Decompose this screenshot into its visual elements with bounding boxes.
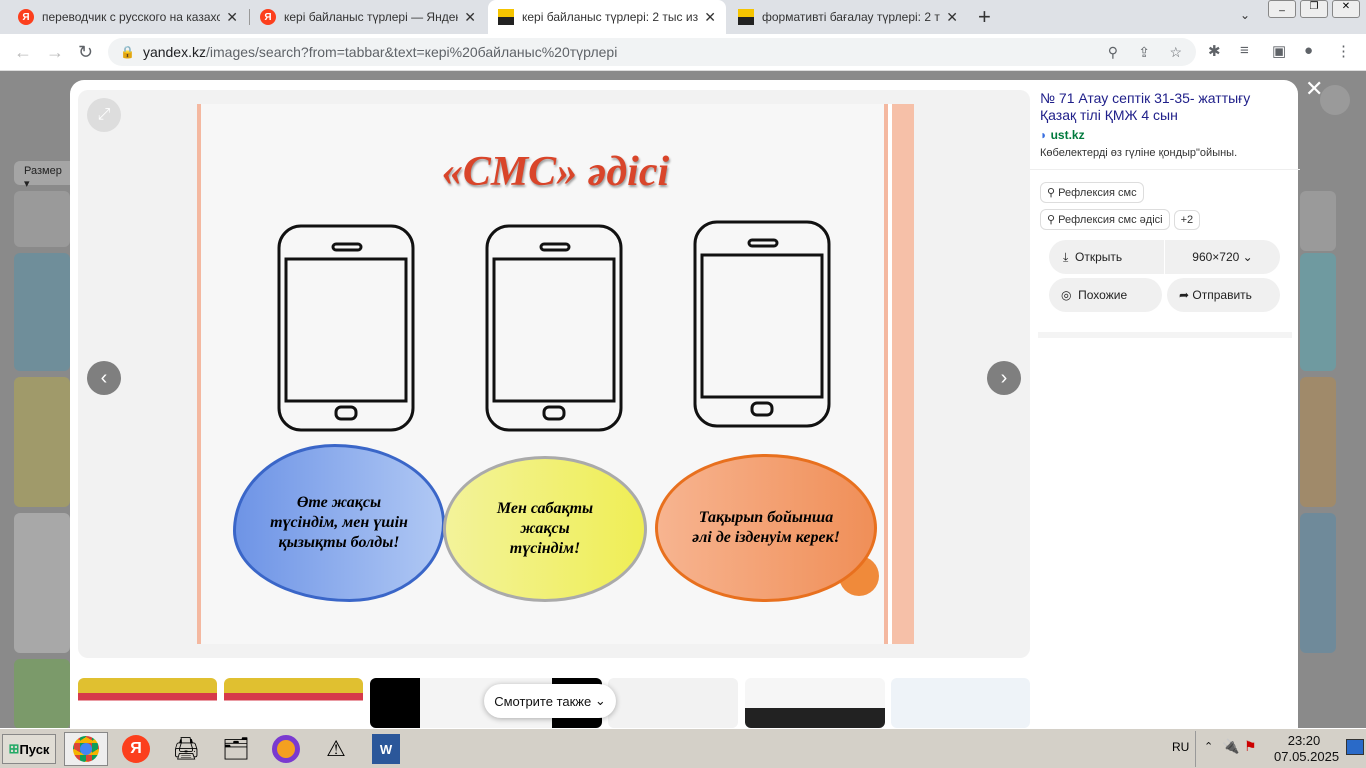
tab-images-active[interactable]: кері байланыс түрлері: 2 тыс изоб ✕ (488, 0, 726, 34)
window-controls: _ ❐ ✕ (1268, 0, 1360, 18)
tab-yandex-search[interactable]: Якері байланыс түрлері — Яндекс: н✕ (250, 0, 486, 34)
bookmark-star-icon[interactable]: ☆ (1169, 44, 1182, 61)
taskbar-printer[interactable]: 🖨 (164, 732, 208, 766)
related-thumb[interactable] (745, 678, 885, 728)
preview-image: «СМС» әдісі Өте жақсы түсіндім, мен үшін… (197, 104, 914, 644)
close-tab-icon[interactable]: ✕ (226, 9, 238, 26)
size-dropdown[interactable]: 960×720 ⌄ (1165, 240, 1280, 274)
close-tab-icon[interactable]: ✕ (704, 9, 716, 26)
chrome-icon (73, 736, 99, 762)
close-tab-icon[interactable]: ✕ (946, 9, 958, 26)
zoom-icon[interactable]: ⚲ (1108, 44, 1118, 61)
image-title-link[interactable]: № 71 Атау септік 31-35- жаттығу Қазақ ті… (1040, 90, 1290, 124)
side-panel-icon[interactable]: ▣ (1272, 42, 1286, 60)
new-tab-button[interactable]: + (978, 4, 991, 30)
taskbar: ⊞ Пуск Я 🖨 🗂 ⚠ W RU ⌃ 🔌 ⚑ 23:20 07.05.2025 (0, 728, 1366, 768)
close-tab-icon[interactable]: ✕ (464, 9, 476, 26)
close-viewer-button[interactable]: ✕ (1305, 76, 1323, 102)
menu-icon[interactable]: ⋮ (1336, 42, 1351, 60)
search-icon: ⚲ (1047, 187, 1059, 199)
share-arrow-icon: ➦ (1179, 288, 1193, 302)
windows-logo-icon: ⊞ (8, 741, 20, 756)
restore-button[interactable]: ❐ (1300, 0, 1328, 18)
language-indicator[interactable]: RU (1172, 740, 1189, 754)
related-thumb[interactable] (608, 678, 738, 728)
media-icon[interactable]: ≡ (1240, 42, 1249, 59)
browser-icon (272, 735, 300, 763)
forward-button[interactable]: → (46, 42, 64, 63)
lens-icon: ◎ (1061, 288, 1079, 302)
taskbar-app[interactable]: ⚠ (314, 732, 358, 766)
ad-area (1038, 332, 1292, 732)
open-button[interactable]: ⤓ Открыть (1049, 240, 1164, 274)
extensions-icon[interactable]: ✱ (1208, 42, 1221, 60)
taskbar-browser[interactable] (264, 732, 308, 766)
fullscreen-button[interactable]: ⤢ (87, 98, 121, 132)
folder-icon: 🗂 (222, 736, 250, 761)
address-bar[interactable]: 🔒 yandex.kz/images/search?from=tabbar&te… (108, 38, 1196, 66)
taskbar-yandex[interactable]: Я (114, 732, 158, 766)
related-thumb[interactable] (891, 678, 1030, 728)
taskbar-chrome[interactable] (64, 732, 108, 766)
image-description: Көбелектерді өз гүліне қондыр"ойыны. (1040, 147, 1238, 159)
minimize-button[interactable]: _ (1268, 0, 1296, 18)
system-tray: ⌃ 🔌 ⚑ 23:20 07.05.2025 (1195, 731, 1366, 767)
size-filter[interactable]: Размер ▾ (14, 161, 76, 190)
related-thumb[interactable] (78, 678, 217, 728)
tag-refleksiya-sms[interactable]: ⚲ Рефлексия смс (1040, 182, 1144, 203)
phone-3 (693, 220, 831, 428)
similar-button[interactable]: ◎ Похожие (1049, 278, 1162, 312)
lock-icon: 🔒 (120, 45, 135, 59)
tag-refleksiya-sms-adisi[interactable]: ⚲ Рефлексия смс әдісі (1040, 209, 1170, 230)
taskbar-explorer[interactable]: 🗂 (214, 732, 258, 766)
tab-search-chevron-icon[interactable]: ⌄ (1240, 8, 1250, 22)
more-tags-button[interactable]: +2 (1173, 210, 1201, 230)
cloud-orange: Тақырып бойынша әлі де ізденуім керек! (655, 454, 877, 602)
show-hidden-icons[interactable]: ⌃ (1204, 740, 1213, 753)
toolbar: ← → ↻ 🔒 yandex.kz/images/search?from=tab… (0, 34, 1366, 71)
source-favicon-icon: ◗ (1040, 128, 1048, 142)
share-icon[interactable]: ⇪ (1138, 44, 1150, 61)
clock[interactable]: 23:20 07.05.2025 (1274, 733, 1339, 765)
back-button[interactable]: ← (14, 42, 32, 63)
see-also-button[interactable]: Смотрите также ⌄ (484, 684, 616, 718)
tab-bar: Япереводчик с русского на казахский✕ Яке… (0, 0, 1366, 34)
power-icon[interactable]: 🔌 (1222, 738, 1239, 755)
source-link[interactable]: ◗ ust.kz (1040, 128, 1290, 142)
warning-app-icon: ⚠ (326, 736, 346, 761)
word-icon: W (372, 734, 400, 764)
cloud-yellow: Мен сабақты жақсы түсіндім! (443, 456, 647, 602)
download-icon: ⤓ (1063, 249, 1075, 264)
user-avatar[interactable] (1320, 85, 1350, 115)
tab-formative[interactable]: формативті бағалау түрлері: 2 тыс ✕ (728, 0, 968, 34)
chevron-down-icon: ⌄ (1242, 250, 1253, 264)
yandex-icon: Я (122, 735, 150, 763)
tab-translator[interactable]: Япереводчик с русского на казахский✕ (8, 0, 248, 34)
printer-icon: 🖨 (172, 736, 200, 761)
phone-1 (277, 224, 415, 432)
close-window-button[interactable]: ✕ (1332, 0, 1360, 18)
taskbar-word[interactable]: W (364, 732, 408, 766)
yandex-icon: Я (260, 9, 276, 25)
phone-2 (485, 224, 623, 432)
prev-image-button[interactable]: ‹ (87, 361, 121, 395)
action-center-flag-icon[interactable]: ⚑ (1244, 738, 1257, 755)
image-viewer: «СМС» әдісі Өте жақсы түсіндім, мен үшін… (70, 80, 1300, 728)
image-info-panel: № 71 Атау септік 31-35- жаттығу Қазақ ті… (1030, 90, 1300, 340)
start-button[interactable]: ⊞ Пуск (2, 734, 56, 764)
chevron-down-icon: ⌄ (594, 693, 606, 708)
cloud-blue: Өте жақсы түсіндім, мен үшін қызықты бол… (233, 444, 445, 602)
yandex-images-icon (498, 9, 514, 25)
yandex-images-icon (738, 9, 754, 25)
yandex-icon: Я (18, 9, 34, 25)
image-area: «СМС» әдісі Өте жақсы түсіндім, мен үшін… (78, 90, 1030, 658)
show-desktop-icon[interactable] (1346, 739, 1364, 755)
share-button[interactable]: ➦ Отправить (1167, 278, 1280, 312)
reload-button[interactable]: ↻ (78, 42, 93, 63)
search-icon: ⚲ (1047, 214, 1059, 226)
related-thumb[interactable] (224, 678, 363, 728)
next-image-button[interactable]: › (987, 361, 1021, 395)
profile-icon[interactable]: ● (1304, 42, 1313, 59)
